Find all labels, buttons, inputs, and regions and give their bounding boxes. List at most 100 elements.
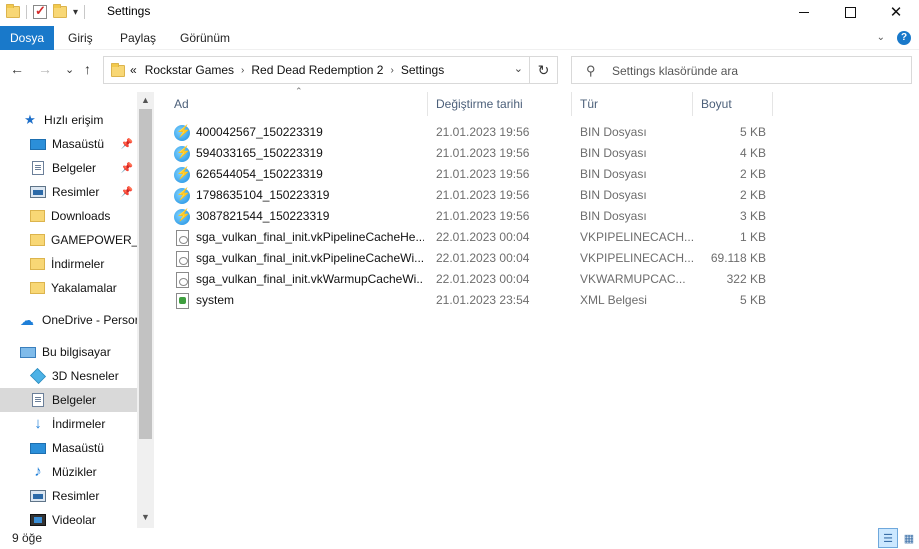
generic-file-icon: [176, 272, 189, 288]
file-row[interactable]: 3087821544_150223319 21.01.2023 19:56 BI…: [166, 206, 776, 227]
sidebar-item-label: Downloads: [51, 209, 111, 223]
file-row[interactable]: 594033165_150223319 21.01.2023 19:56 BIN…: [166, 143, 776, 164]
sidebar-item-downloads-pc[interactable]: ↓ İndirmeler: [0, 412, 137, 436]
chevron-right-icon[interactable]: ›: [241, 65, 244, 76]
sidebar-item-pictures[interactable]: Resimler 📌: [0, 180, 137, 204]
expand-ribbon-icon[interactable]: ⌄: [877, 32, 885, 43]
scrollbar-thumb[interactable]: [139, 109, 152, 439]
minimize-button[interactable]: [781, 0, 827, 24]
customize-toolbar-dropdown[interactable]: ▾: [73, 7, 78, 18]
chevron-right-icon[interactable]: ›: [390, 65, 393, 76]
breadcrumb: « Rockstar Games › Red Dead Redemption 2…: [130, 57, 444, 83]
item-count: 9 öğe: [12, 531, 43, 545]
file-name: 626544054_150223319: [196, 167, 323, 181]
column-header-type[interactable]: Tür: [572, 92, 693, 116]
file-type: BIN Dosyası: [580, 167, 647, 181]
search-icon: ⚲: [586, 63, 596, 78]
file-row[interactable]: 400042567_150223319 21.01.2023 19:56 BIN…: [166, 122, 776, 143]
file-row[interactable]: 626544054_150223319 21.01.2023 19:56 BIN…: [166, 164, 776, 185]
breadcrumb-overflow[interactable]: «: [130, 63, 137, 77]
file-type: VKPIPELINECACH...: [580, 251, 693, 265]
videos-icon: [30, 514, 46, 526]
file-row[interactable]: sga_vulkan_final_init.vkPipelineCacheWi.…: [166, 248, 776, 269]
sidebar-item-3d-objects[interactable]: 3D Nesneler: [0, 364, 137, 388]
file-date: 22.01.2023 00:04: [436, 230, 530, 244]
sidebar-scrollbar[interactable]: ▲ ▼: [137, 92, 154, 528]
sidebar-item-indirmeler[interactable]: İndirmeler: [0, 252, 137, 276]
bin-file-icon: [174, 208, 191, 225]
refresh-button[interactable]: ↻: [530, 56, 558, 84]
sidebar-item-gamepower[interactable]: GAMEPOWER_V: [0, 228, 137, 252]
file-date: 22.01.2023 00:04: [436, 251, 530, 265]
breadcrumb-item[interactable]: Settings: [401, 63, 444, 77]
navigation-pane: ★ Hızlı erişim Masaüstü 📌 Belgeler 📌 Res…: [0, 92, 154, 528]
properties-icon[interactable]: [33, 3, 47, 19]
file-row[interactable]: 1798635104_150223319 21.01.2023 19:56 BI…: [166, 185, 776, 206]
scroll-down-icon[interactable]: ▼: [141, 512, 150, 522]
up-button[interactable]: ↑: [84, 61, 91, 77]
sidebar-item-desktop[interactable]: Masaüstü 📌: [0, 132, 137, 156]
maximize-button[interactable]: [827, 0, 873, 24]
sidebar-item-desktop-pc[interactable]: Masaüstü: [0, 436, 137, 460]
back-button[interactable]: ←: [10, 61, 24, 77]
divider: [84, 5, 86, 19]
file-date: 21.01.2023 19:56: [436, 146, 530, 160]
tab-share[interactable]: Paylaş: [110, 26, 166, 50]
cloud-icon: ☁: [20, 312, 34, 328]
details-view-icon[interactable]: ☰: [878, 528, 898, 548]
sidebar-item-label: Videolar: [52, 513, 96, 527]
column-header-name[interactable]: Ad: [166, 92, 428, 116]
address-dropdown[interactable]: ⌄: [514, 62, 523, 75]
breadcrumb-item[interactable]: Red Dead Redemption 2: [251, 63, 383, 77]
file-name: 594033165_150223319: [196, 146, 323, 160]
generic-file-icon: [176, 251, 189, 267]
tab-view[interactable]: Görünüm: [170, 26, 240, 50]
pictures-icon: [30, 490, 46, 502]
close-button[interactable]: ✕: [873, 0, 919, 24]
divider: [26, 5, 27, 19]
tab-file[interactable]: Dosya: [0, 26, 55, 50]
breadcrumb-item[interactable]: Rockstar Games: [145, 63, 234, 77]
column-header-date[interactable]: Değiştirme tarihi: [428, 92, 572, 116]
sidebar-item-label: Belgeler: [52, 393, 97, 407]
sidebar-item-quick-access[interactable]: ★ Hızlı erişim: [0, 108, 137, 132]
new-folder-icon[interactable]: [53, 4, 67, 18]
column-header-size[interactable]: Boyut: [693, 92, 773, 116]
address-bar[interactable]: « Rockstar Games › Red Dead Redemption 2…: [103, 56, 530, 84]
sidebar-item-label: 3D Nesneler: [52, 369, 119, 383]
large-icons-view-icon[interactable]: ▦: [899, 528, 919, 548]
star-icon: ★: [24, 112, 36, 127]
sidebar-item-documents-pc[interactable]: Belgeler: [0, 388, 137, 412]
help-icon[interactable]: ?: [897, 31, 911, 45]
file-list: ⌃ Ad Değiştirme tarihi Tür Boyut 4000425…: [166, 86, 919, 528]
sidebar-item-label: OneDrive - Persor: [42, 313, 137, 327]
sidebar-item-onedrive[interactable]: ☁ OneDrive - Persor: [0, 308, 137, 332]
file-size: 322 KB: [726, 272, 766, 286]
sidebar-item-pictures-pc[interactable]: Resimler: [0, 484, 137, 508]
sidebar-item-label: Müzikler: [52, 465, 97, 479]
scroll-up-icon[interactable]: ▲: [141, 95, 150, 105]
file-name: system: [196, 293, 235, 307]
sidebar-item-downloads[interactable]: Downloads: [0, 204, 137, 228]
file-row[interactable]: system 21.01.2023 23:54 XML Belgesi 5 KB: [166, 290, 776, 311]
file-type: BIN Dosyası: [580, 146, 647, 160]
sidebar-item-captures[interactable]: Yakalamalar: [0, 276, 137, 300]
sidebar-item-documents[interactable]: Belgeler 📌: [0, 156, 137, 180]
tab-home[interactable]: Giriş: [58, 26, 103, 50]
download-icon: ↓: [34, 415, 42, 432]
forward-button[interactable]: →: [38, 61, 52, 77]
search-input[interactable]: ⚲ Settings klasöründe ara: [571, 56, 912, 84]
file-size: 69.118 KB: [710, 251, 766, 265]
navigation-bar: ← → ⌄ ↑ « Rockstar Games › Red Dead Rede…: [0, 52, 919, 88]
sidebar-item-this-pc[interactable]: Bu bilgisayar: [0, 340, 137, 364]
sidebar-item-label: Yakalamalar: [51, 281, 117, 295]
generic-file-icon: [176, 230, 189, 246]
file-row[interactable]: sga_vulkan_final_init.vkPipelineCacheHe.…: [166, 227, 776, 248]
sidebar-item-music[interactable]: ♪ Müzikler: [0, 460, 137, 484]
3d-objects-icon: [30, 368, 46, 384]
sidebar-item-videos[interactable]: Videolar: [0, 508, 137, 528]
recent-locations-dropdown[interactable]: ⌄: [65, 63, 74, 76]
music-icon: ♪: [34, 463, 42, 480]
file-row[interactable]: sga_vulkan_final_init.vkWarmupCacheWi...…: [166, 269, 776, 290]
folder-icon: [30, 234, 45, 246]
